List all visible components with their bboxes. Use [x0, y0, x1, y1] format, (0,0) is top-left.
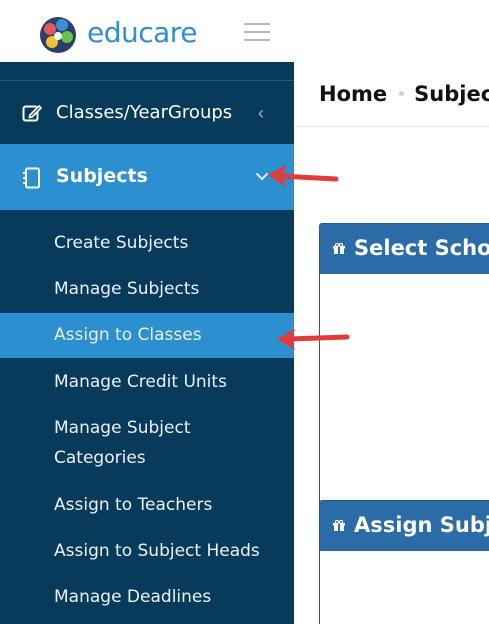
submenu-item-manage-subjects[interactable]: Manage Subjects — [0, 274, 294, 304]
notebook-icon — [23, 167, 40, 189]
breadcrumb-divider — [294, 126, 489, 127]
submenu-item-label-line: Categories — [54, 448, 146, 468]
submenu-item-manage-credit-units[interactable]: Manage Credit Units — [0, 367, 294, 397]
menu-toggle-button[interactable] — [244, 23, 270, 41]
sidebar-item-subjects[interactable]: Subjects — [0, 144, 294, 210]
submenu-item-manage-subject-categories[interactable]: Manage Subject Categories — [0, 413, 294, 475]
card-title: Assign Subj — [354, 513, 489, 537]
submenu-item-label-line: Manage Subject — [54, 418, 191, 438]
submenu-item-assign-to-teachers[interactable]: Assign to Teachers — [0, 490, 294, 520]
sidebar-divider — [0, 80, 294, 81]
sidebar-item-classes[interactable]: Classes/YearGroups ‹ — [0, 83, 294, 143]
assign-subjects-card: Assign Subj — [319, 500, 489, 624]
brand-name: educare — [87, 16, 197, 49]
card-title: Select Scho — [354, 236, 489, 260]
submenu-item-create-subjects[interactable]: Create Subjects — [0, 228, 294, 258]
select-school-card: Select Scho — [319, 223, 489, 530]
annotation-arrow-icon — [277, 329, 350, 350]
top-bar: educare — [0, 0, 489, 62]
gift-icon — [333, 243, 345, 254]
breadcrumb: Home Subjec — [319, 82, 489, 106]
submenu-item-label: Assign to Classes — [54, 325, 202, 345]
hamburger-line — [244, 31, 270, 33]
card-header: Assign Subj — [320, 501, 489, 551]
breadcrumb-home-link[interactable]: Home — [319, 82, 387, 106]
submenu-item-manage-deadlines[interactable]: Manage Deadlines — [0, 582, 294, 612]
breadcrumb-current: Subjec — [414, 82, 489, 106]
educare-logo-icon — [40, 17, 76, 53]
chevron-left-icon: ‹ — [258, 103, 264, 123]
annotation-arrow-icon — [268, 165, 339, 187]
submenu-item-assign-to-classes[interactable]: Assign to Classes — [0, 313, 294, 358]
breadcrumb-separator — [399, 90, 405, 96]
sidebar-item-label: Subjects — [56, 165, 148, 187]
submenu-item-assign-to-subject-heads[interactable]: Assign to Subject Heads — [0, 536, 294, 566]
hamburger-line — [244, 39, 270, 41]
hamburger-line — [244, 23, 270, 25]
card-header: Select Scho — [320, 224, 489, 274]
edit-icon — [22, 105, 42, 122]
sidebar-item-label: Classes/YearGroups — [56, 102, 233, 123]
gift-icon — [333, 520, 345, 531]
